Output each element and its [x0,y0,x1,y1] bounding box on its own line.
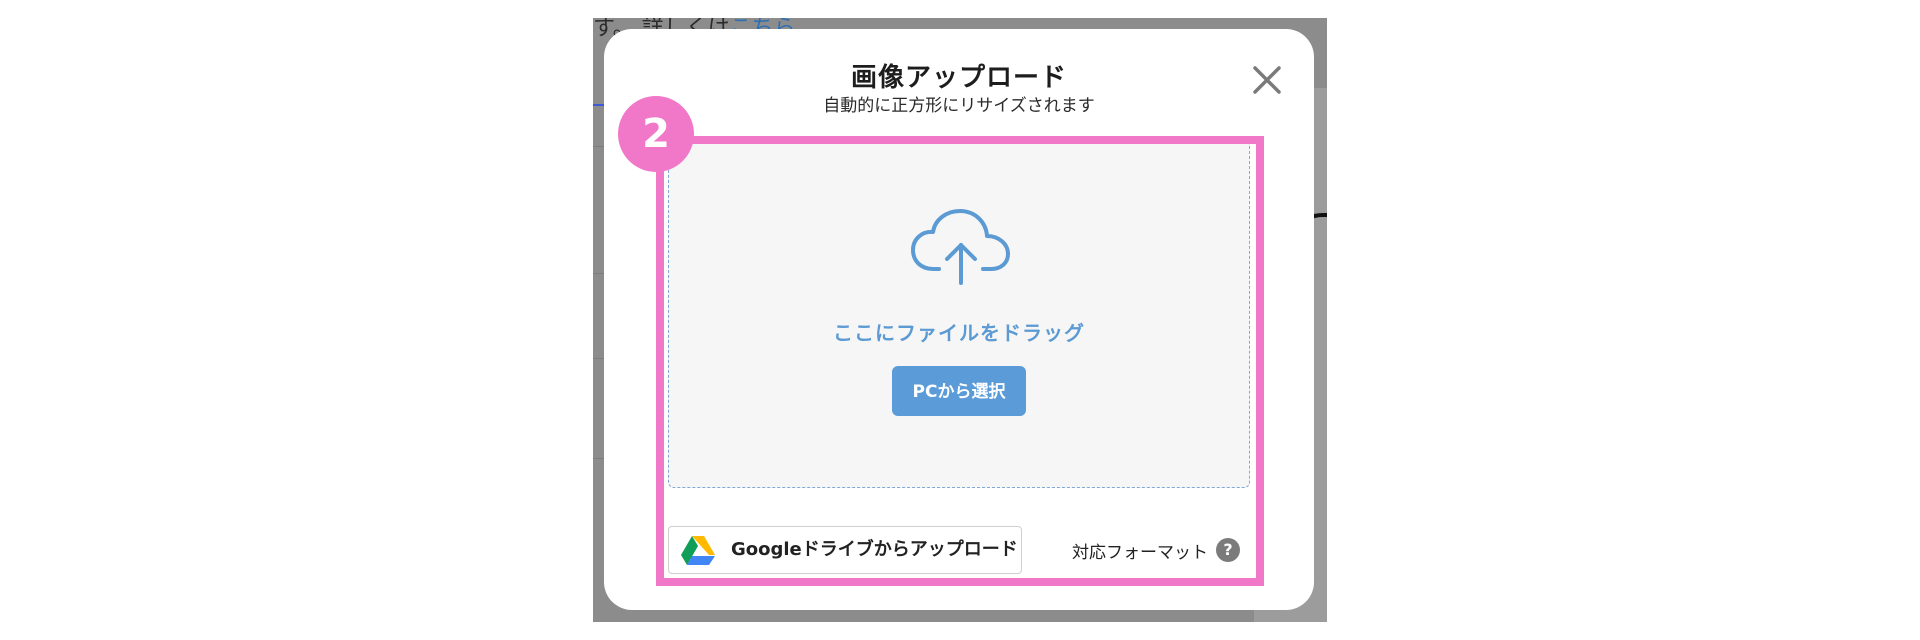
modal-subtitle: 自動的に正方形にリサイズされます [823,96,1095,116]
close-button[interactable] [1246,59,1288,101]
modal-title: 画像アップロード [850,63,1067,93]
annotation-highlight-box [656,136,1264,586]
close-icon [1253,66,1281,94]
step-number-badge: 2 [618,96,694,172]
